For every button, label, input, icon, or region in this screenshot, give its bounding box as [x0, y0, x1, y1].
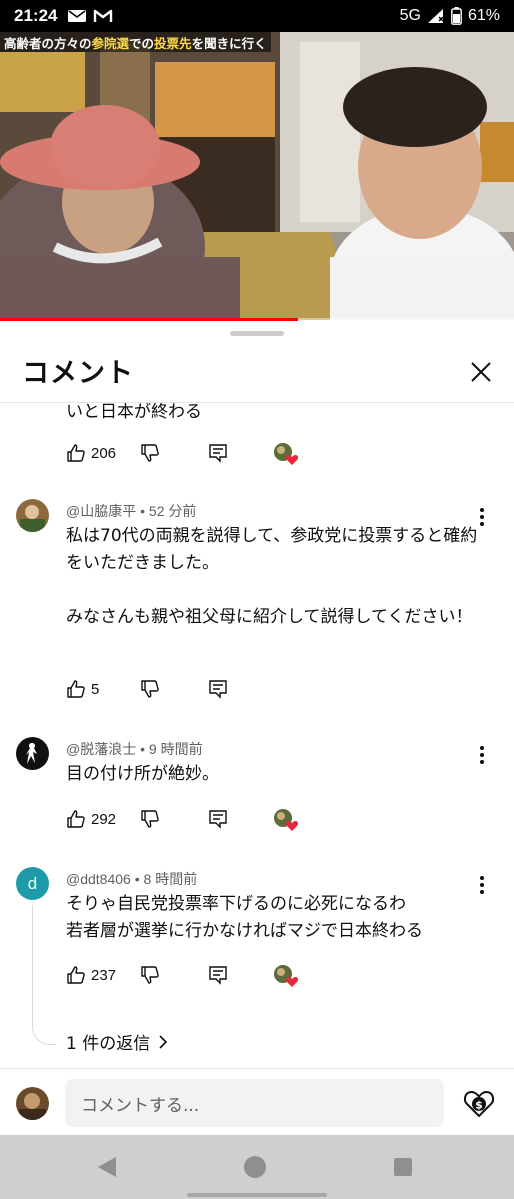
- comment-actions: 237: [66, 965, 506, 989]
- like-count: 5: [91, 680, 100, 698]
- comment-input[interactable]: コメントする...: [65, 1079, 444, 1127]
- user-avatar[interactable]: [16, 1087, 49, 1120]
- video-player[interactable]: 高齢者の方々の 参院選 での 投票先 を聞きに行く: [0, 32, 514, 320]
- author-handle: @脱藩浪士: [66, 741, 137, 757]
- chevron-right-icon: [159, 1034, 168, 1049]
- nav-back-button[interactable]: [96, 1155, 118, 1183]
- like-count: 292: [91, 810, 117, 828]
- signal-icon: [427, 8, 445, 24]
- avatar-image: [16, 499, 49, 532]
- thumbs-up-icon: [67, 966, 85, 984]
- gmail-icon: [93, 8, 113, 24]
- video-caption: 高齢者の方々の 参院選 での 投票先 を聞きに行く: [0, 32, 271, 52]
- reply-thread-line: [32, 905, 56, 1045]
- nav-recents-button[interactable]: [394, 1158, 412, 1176]
- drag-handle[interactable]: [230, 331, 284, 336]
- thumbs-up-icon: [67, 444, 85, 462]
- creator-heart-badge: [272, 807, 302, 833]
- comment-body: 私は70代の両親を説得して、参政党に投票すると確約をいただきました。 みなさんも…: [66, 526, 478, 627]
- like-count: 206: [91, 444, 117, 462]
- replies-label: 1 件の返信: [66, 1034, 151, 1054]
- comment-author[interactable]: @脱藩浪士 • 9 時間前: [66, 739, 203, 759]
- avatar[interactable]: [16, 737, 49, 770]
- creator-heart-icon: [274, 443, 299, 465]
- dislike-button[interactable]: [140, 965, 160, 985]
- like-button[interactable]: 206: [66, 443, 116, 463]
- nav-home-button[interactable]: [244, 1156, 266, 1178]
- reply-icon: [209, 444, 227, 463]
- comment-input-placeholder: コメントする...: [81, 1095, 200, 1116]
- thumbs-down-icon: [141, 444, 159, 462]
- comment-author[interactable]: @山脇康平 • 52 分前: [66, 501, 196, 521]
- thumbs-down-icon: [141, 966, 159, 984]
- avatar-image: [16, 737, 49, 770]
- comment-time: 52 分前: [148, 503, 197, 519]
- comment-time: 9 時間前: [148, 741, 203, 757]
- like-button[interactable]: 5: [66, 679, 99, 699]
- close-icon: [471, 362, 491, 382]
- reply-button[interactable]: [208, 965, 228, 985]
- network-label: 5G: [399, 7, 421, 24]
- caption-part: での: [129, 35, 155, 51]
- reply-button[interactable]: [208, 809, 228, 829]
- status-bar: 21:24 5G 61%: [0, 0, 514, 32]
- avatar-image: [16, 1087, 49, 1120]
- like-button[interactable]: 237: [66, 965, 116, 985]
- comments-sheet: コメント いと日本が終わる 206 @山脇康平 • 52 分前 私は70代の両親…: [0, 321, 514, 1135]
- view-replies-button[interactable]: 1 件の返信: [66, 1029, 168, 1054]
- comment-actions: 5: [66, 679, 506, 703]
- author-handle: @ddt8406: [66, 871, 131, 887]
- svg-text:$: $: [475, 1099, 483, 1112]
- reply-button[interactable]: [208, 443, 228, 463]
- comment-actions: 292: [66, 809, 506, 833]
- reply-icon: [209, 680, 227, 699]
- comment-compose-bar: コメントする... $: [0, 1068, 514, 1135]
- close-button[interactable]: [466, 357, 496, 387]
- sheet-title: コメント: [22, 358, 134, 389]
- comments-list[interactable]: いと日本が終わる 206 @山脇康平 • 52 分前 私は70代の両親を説得して…: [0, 403, 514, 1067]
- comment-author[interactable]: @ddt8406 • 8 時間前: [66, 869, 197, 889]
- back-triangle-icon: [98, 1157, 116, 1177]
- caption-part: 高齢者の方々の: [4, 35, 92, 51]
- creator-heart-badge: [272, 441, 302, 467]
- thumbs-up-icon: [67, 680, 85, 698]
- thumbs-down-icon: [141, 680, 159, 698]
- avatar[interactable]: [16, 499, 49, 532]
- status-time: 21:24: [14, 6, 58, 25]
- dislike-button[interactable]: [140, 679, 160, 699]
- creator-heart-icon: [274, 965, 299, 987]
- creator-heart-icon: [274, 809, 299, 831]
- comment-actions: 206: [66, 443, 506, 467]
- comment-body: 目の付け所が絶妙。: [66, 764, 219, 784]
- reply-icon: [209, 966, 227, 985]
- battery-level: 61%: [467, 7, 500, 24]
- reply-icon: [209, 810, 227, 829]
- reply-button[interactable]: [208, 679, 228, 699]
- dislike-button[interactable]: [140, 809, 160, 829]
- super-thanks-button[interactable]: $: [462, 1087, 496, 1119]
- creator-heart-badge: [272, 963, 302, 989]
- gesture-handle: [187, 1193, 327, 1197]
- like-count: 237: [91, 966, 117, 984]
- like-button[interactable]: 292: [66, 809, 116, 829]
- avatar[interactable]: d: [16, 867, 49, 900]
- avatar-letter: d: [27, 873, 38, 893]
- truncated-comment-text: いと日本が終わる: [66, 403, 202, 422]
- mail-icon: [67, 8, 87, 24]
- comment-body: そりゃ自民党投票率下げるのに必死になるわ 若者層が選挙に行かなければマジで日本終…: [66, 894, 423, 941]
- caption-part-highlight: 投票先: [154, 35, 192, 51]
- video-frame: [0, 32, 514, 320]
- system-navigation-bar: [0, 1135, 514, 1199]
- caption-part-highlight: 参院選: [91, 35, 130, 51]
- comment-time: 8 時間前: [143, 871, 198, 887]
- thumbs-down-icon: [141, 810, 159, 828]
- thumbs-up-icon: [67, 810, 85, 828]
- super-thanks-icon: $: [463, 1091, 495, 1117]
- caption-part: を聞きに行く: [191, 35, 267, 51]
- battery-icon: [451, 7, 462, 25]
- author-handle: @山脇康平: [66, 503, 137, 519]
- dislike-button[interactable]: [140, 443, 160, 463]
